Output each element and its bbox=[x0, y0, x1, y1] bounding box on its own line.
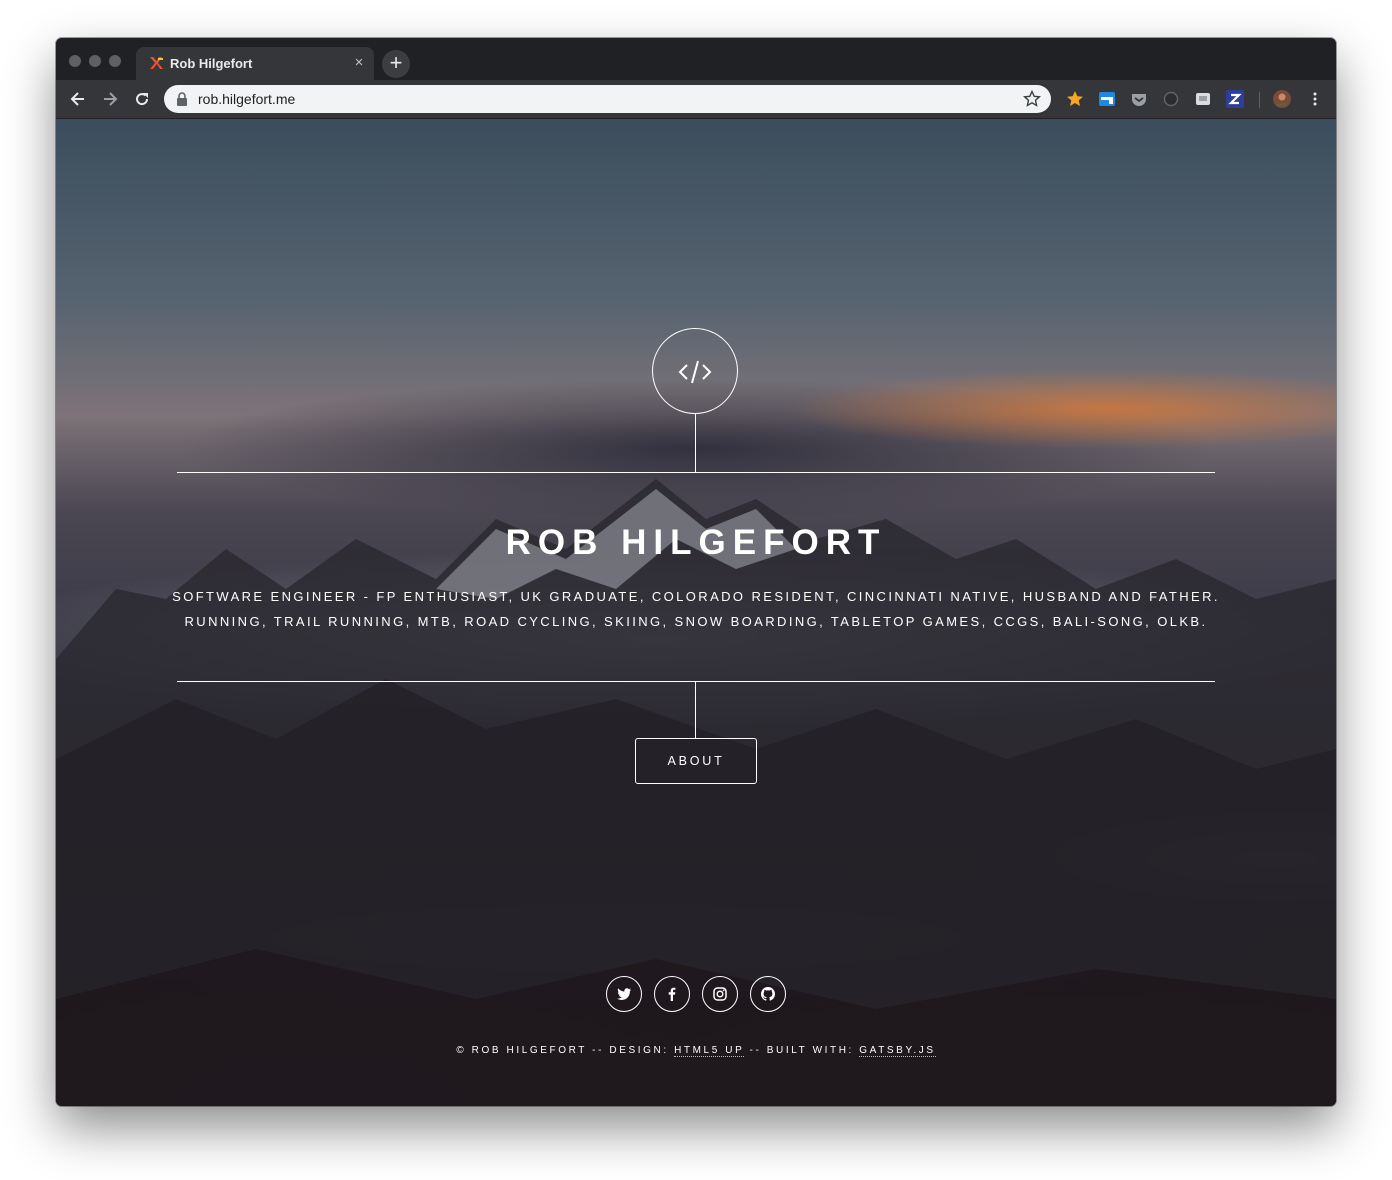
back-arrow-icon[interactable] bbox=[68, 89, 88, 109]
forward-arrow-icon[interactable] bbox=[100, 89, 120, 109]
twitter-icon bbox=[617, 988, 631, 1000]
site-favicon-icon bbox=[150, 57, 163, 69]
code-icon bbox=[678, 360, 712, 384]
tab-close-icon[interactable]: × bbox=[350, 54, 368, 72]
printer-extension-icon[interactable] bbox=[1194, 90, 1212, 108]
facebook-link[interactable] bbox=[654, 976, 690, 1012]
connector-line bbox=[695, 414, 696, 472]
hero-description-line2: RUNNING, TRAIL RUNNING, MTB, ROAD CYCLIN… bbox=[184, 614, 1208, 629]
tab-strip: Rob Hilgefort × + bbox=[56, 38, 1336, 80]
gatsby-link[interactable]: GATSBY.JS bbox=[859, 1045, 936, 1057]
hero-code-badge bbox=[652, 328, 738, 414]
page-viewport: ROB HILGEFORT SOFTWARE ENGINEER - FP ENT… bbox=[56, 119, 1336, 1106]
footer-copyright: © ROB HILGEFORT -- DESIGN: bbox=[456, 1045, 675, 1056]
browser-window: Rob Hilgefort × + rob.hilgefort.me ROB H… bbox=[56, 38, 1336, 1106]
bookmark-star-icon[interactable] bbox=[1023, 90, 1041, 108]
toolbar-separator bbox=[1259, 92, 1260, 108]
browser-tab[interactable]: Rob Hilgefort × bbox=[136, 47, 374, 80]
about-button[interactable]: ABOUT bbox=[635, 738, 757, 784]
url-text: rob.hilgefort.me bbox=[198, 91, 296, 107]
address-bar[interactable]: rob.hilgefort.me bbox=[164, 85, 1051, 113]
reload-icon[interactable] bbox=[132, 89, 152, 109]
connector-line bbox=[695, 681, 696, 738]
hero-description-line1: SOFTWARE ENGINEER - FP ENTHUSIAST, UK GR… bbox=[172, 589, 1220, 604]
window-extension-icon[interactable] bbox=[1098, 90, 1116, 108]
lock-icon bbox=[177, 92, 187, 106]
browser-toolbar: rob.hilgefort.me bbox=[56, 80, 1336, 119]
footer-credits: © ROB HILGEFORT -- DESIGN: HTML5 UP -- B… bbox=[56, 1045, 1336, 1057]
background-mountains bbox=[56, 479, 1336, 1106]
github-link[interactable] bbox=[750, 976, 786, 1012]
new-tab-button[interactable]: + bbox=[382, 50, 410, 78]
twitter-link[interactable] bbox=[606, 976, 642, 1012]
instagram-link[interactable] bbox=[702, 976, 738, 1012]
footer-built-with: -- BUILT WITH: bbox=[744, 1045, 860, 1056]
html5up-link[interactable]: HTML5 UP bbox=[674, 1045, 745, 1057]
page-title: ROB HILGEFORT bbox=[505, 523, 887, 562]
maximize-window-button[interactable] bbox=[109, 55, 121, 67]
z-extension-icon[interactable] bbox=[1226, 90, 1244, 108]
bottom-divider bbox=[177, 681, 1215, 682]
menu-kebab-icon[interactable] bbox=[1306, 90, 1324, 108]
profile-avatar[interactable] bbox=[1273, 90, 1291, 108]
instagram-icon bbox=[713, 987, 727, 1001]
close-window-button[interactable] bbox=[69, 55, 81, 67]
pocket-extension-icon[interactable] bbox=[1130, 90, 1148, 108]
github-icon bbox=[761, 987, 775, 1001]
bookmark-extension-icon[interactable] bbox=[1066, 90, 1084, 108]
tab-title: Rob Hilgefort bbox=[170, 56, 253, 71]
circle-extension-icon[interactable] bbox=[1162, 90, 1180, 108]
top-divider bbox=[177, 472, 1215, 473]
facebook-icon bbox=[668, 987, 676, 1001]
minimize-window-button[interactable] bbox=[89, 55, 101, 67]
